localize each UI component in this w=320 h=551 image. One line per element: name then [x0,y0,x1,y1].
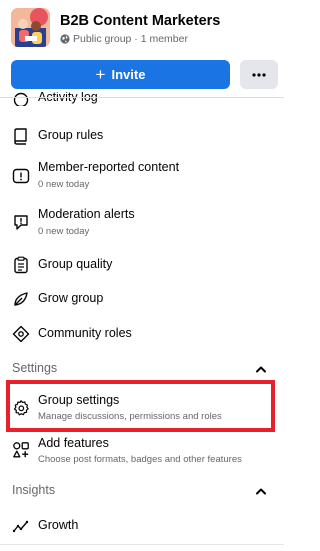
menu-item-label: Grow group [38,291,104,305]
book-icon [11,126,31,146]
menu-item-growth[interactable]: Growth [0,512,284,540]
admin-menu: Activity log Group rules Member-reported… [0,0,284,551]
section-title: Insights [12,483,56,497]
menu-item-sublabel: 0 new today [38,179,90,190]
menu-item-label: Group rules [38,128,104,142]
activity-log-icon [11,92,31,106]
menu-item-group-settings[interactable]: Group settings Manage discussions, permi… [0,386,284,426]
diamond-roles-icon [11,324,31,344]
clipboard-icon [11,255,31,275]
menu-item-label: Group quality [38,257,113,271]
menu-item-label: Moderation alerts [38,207,135,221]
menu-item-activity-log[interactable]: Activity log [0,92,284,106]
menu-item-community-roles[interactable]: Community roles [0,320,284,348]
menu-top-rule [0,97,284,98]
menu-item-label: Growth [38,518,79,532]
menu-item-group-rules[interactable]: Group rules [0,122,284,150]
menu-item-sublabel: Manage discussions, permissions and role… [38,411,222,422]
gear-icon [11,398,31,418]
menu-item-label: Community roles [38,326,132,340]
report-alert-icon [11,166,31,186]
insights-section-header[interactable]: Insights [0,480,284,502]
section-title: Settings [12,361,58,375]
menu-item-group-quality[interactable]: Group quality [0,251,284,279]
settings-section-header[interactable]: Settings [0,358,284,380]
menu-item-add-features[interactable]: Add features Choose post formats, badges… [0,432,284,472]
chevron-up-icon[interactable] [254,484,268,498]
menu-item-label: Member-reported content [38,160,180,174]
bottom-divider [0,544,284,545]
grow-leaf-icon [11,289,31,309]
menu-item-member-reported-content[interactable]: Member-reported content 0 new today [0,156,284,194]
menu-item-grow-group[interactable]: Grow group [0,285,284,313]
menu-item-sublabel: 0 new today [38,226,90,237]
menu-item-label: Add features [38,436,109,450]
group-admin-panel: B2B Content Marketers Public group · 1 m… [0,0,284,551]
menu-item-label: Group settings [38,393,120,407]
growth-chart-icon [11,516,31,536]
chevron-up-icon[interactable] [254,362,268,376]
menu-item-sublabel: Choose post formats, badges and other fe… [38,454,242,465]
menu-item-moderation-alerts[interactable]: Moderation alerts 0 new today [0,203,284,241]
menu-item-label: Activity log [38,92,98,104]
moderation-alert-icon [11,212,31,232]
add-features-icon [11,440,31,460]
